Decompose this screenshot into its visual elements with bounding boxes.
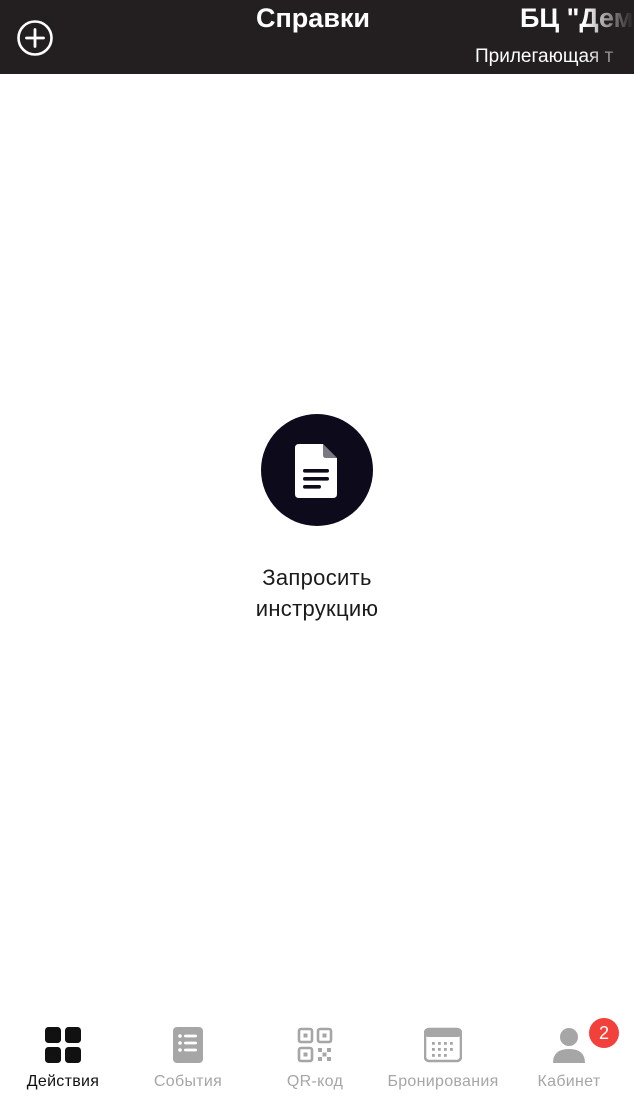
nav-item-events[interactable]: События bbox=[125, 1016, 251, 1096]
building-subtitle[interactable]: Прилегающая т bbox=[475, 46, 613, 68]
action-label-line1: Запросить bbox=[262, 565, 372, 590]
qr-code-icon bbox=[297, 1027, 333, 1063]
nav-label: Кабинет bbox=[537, 1073, 601, 1090]
nav-label: Бронирования bbox=[387, 1073, 499, 1090]
user-icon bbox=[553, 1028, 585, 1063]
nav-item-qr[interactable]: QR-код bbox=[252, 1016, 378, 1096]
action-label: Запросить инструкцию bbox=[217, 562, 417, 624]
nav-item-actions[interactable]: Действия bbox=[0, 1016, 126, 1096]
nav-label: События bbox=[153, 1073, 223, 1090]
plus-circle-icon bbox=[17, 20, 53, 56]
request-instruction-action[interactable]: Запросить инструкцию bbox=[217, 414, 417, 624]
list-icon bbox=[173, 1027, 203, 1063]
nav-label: Действия bbox=[26, 1073, 100, 1090]
calendar-icon bbox=[424, 1027, 462, 1063]
building-name[interactable]: БЦ "Дем bbox=[520, 3, 634, 34]
nav-label: QR-код bbox=[286, 1073, 344, 1090]
app-screen: Справки БЦ "Дем Прилегающая т Запросить … bbox=[0, 0, 634, 1096]
page-title: Справки bbox=[256, 3, 371, 33]
top-bar: Справки БЦ "Дем Прилегающая т bbox=[0, 0, 634, 74]
nav-item-bookings[interactable]: Бронирования bbox=[380, 1016, 506, 1096]
bottom-nav: Действия События QR-код Бронирования 2 К… bbox=[0, 1016, 634, 1096]
document-icon bbox=[295, 444, 337, 498]
grid-icon bbox=[45, 1027, 81, 1063]
action-icon-circle bbox=[261, 414, 373, 526]
action-label-line2: инструкцию bbox=[255, 596, 379, 621]
nav-item-cabinet[interactable]: 2 Кабинет bbox=[506, 1016, 632, 1096]
notification-badge: 2 bbox=[589, 1018, 619, 1048]
add-button[interactable] bbox=[16, 19, 54, 57]
